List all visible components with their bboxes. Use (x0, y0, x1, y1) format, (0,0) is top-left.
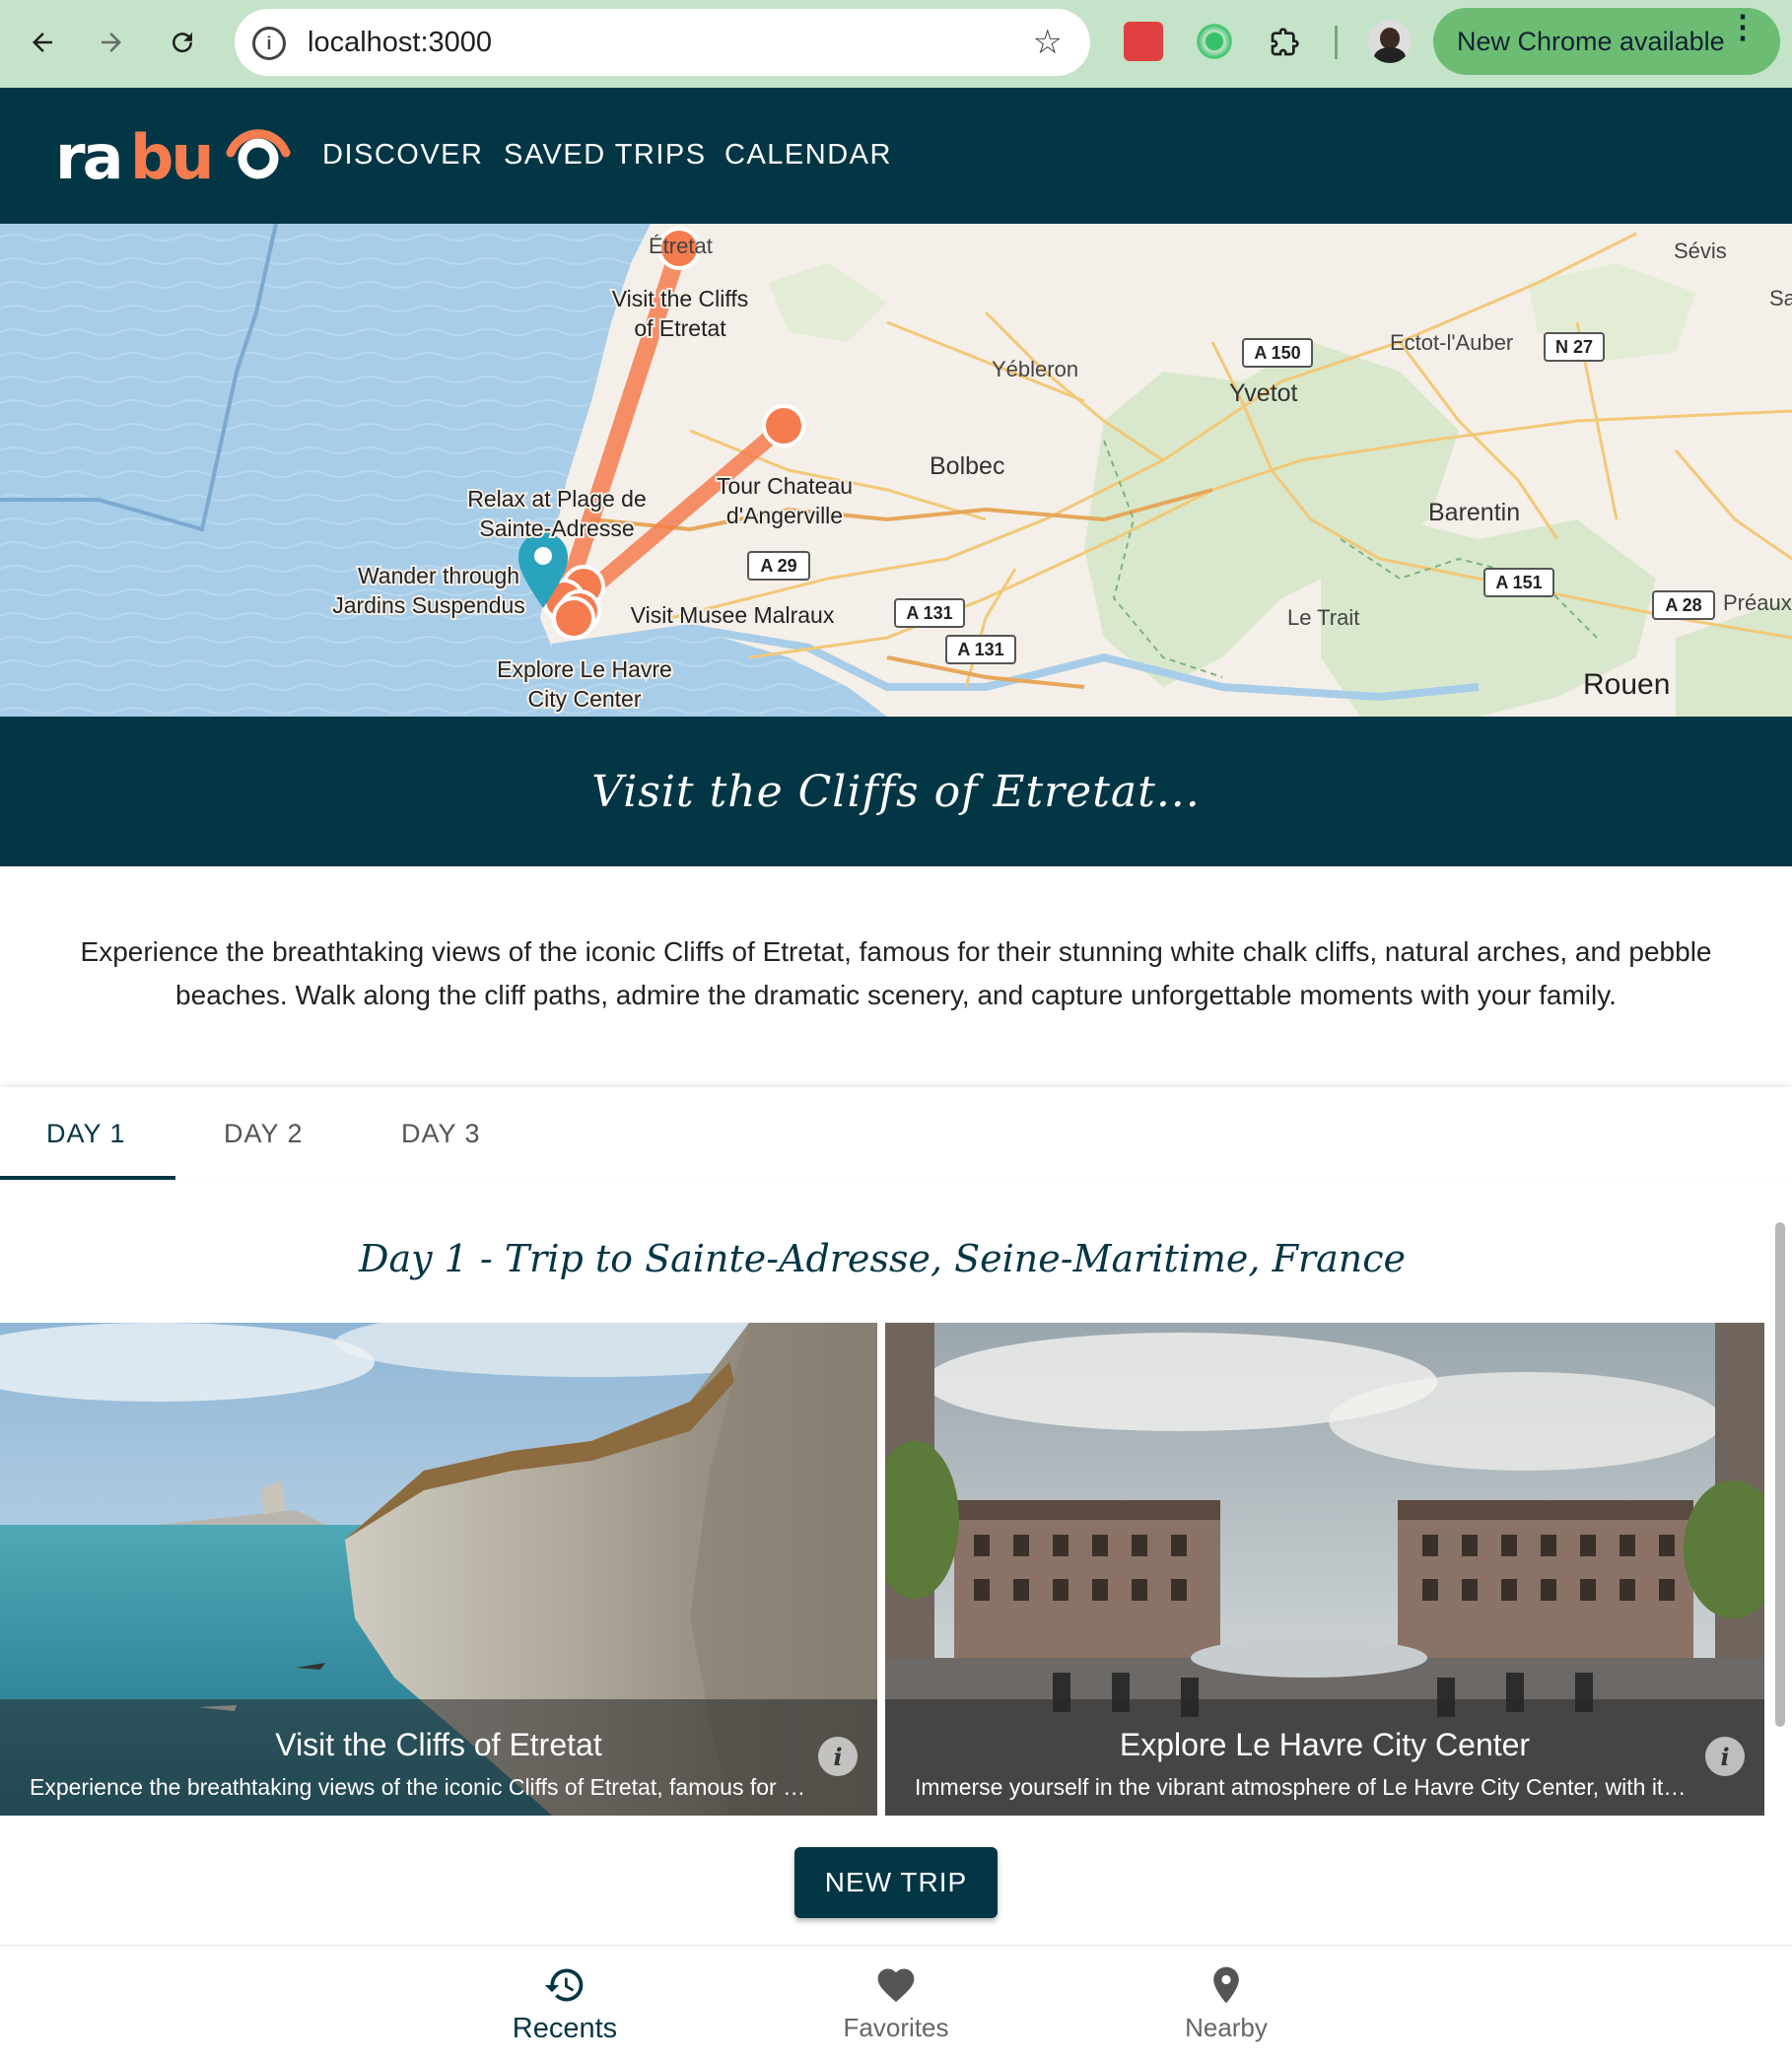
map-place-preaux: Préaux (1723, 590, 1792, 615)
map-label-cliffs-2: of Etretat (634, 315, 726, 341)
route-stop-havre[interactable] (552, 596, 595, 640)
tab-day-2[interactable]: DAY 2 (224, 1119, 304, 1149)
active-tab-indicator (0, 1176, 175, 1180)
new-chrome-available-button[interactable]: New Chrome available ⋮ (1433, 8, 1780, 75)
trip-map[interactable]: Visit the Cliffs of Etretat Tour Chateau… (0, 224, 1792, 717)
map-place-sa: Sa (1769, 286, 1792, 310)
road-shield-a29: A 29 (760, 556, 796, 576)
back-arrow-icon[interactable] (20, 20, 65, 65)
map-label-plage: Relax at Plage de (467, 486, 647, 512)
activity-card-le-havre[interactable]: Explore Le Havre City Center Immerse you… (885, 1323, 1764, 1816)
extension-react-icon[interactable] (1124, 22, 1163, 61)
bottom-nav-favorites[interactable]: Favorites (797, 1963, 995, 2043)
nav-discover[interactable]: DISCOVER (322, 139, 483, 172)
site-info-icon[interactable]: i (252, 27, 286, 60)
day-tabs: DAY 1 DAY 2 DAY 3 (0, 1087, 1792, 1182)
map-label-cliffs: Visit the Cliffs (612, 286, 748, 311)
history-icon (544, 1968, 584, 2002)
map-label-havre-2: City Center (527, 686, 641, 712)
map-label-jardins-2: Jardins Suspendus (332, 592, 525, 618)
activity-hero-banner: Visit the Cliffs of Etretat... (0, 717, 1792, 866)
svg-text:ra: ra (55, 123, 120, 186)
location-pin-icon (1213, 1966, 1239, 2004)
card-title: Visit the Cliffs of Etretat (275, 1727, 602, 1762)
rabu-logo[interactable]: ra bu (55, 123, 292, 186)
map-place-letrait: Le Trait (1287, 605, 1359, 630)
svg-text:bu: bu (130, 123, 212, 186)
map-place-ectot: Ectot-l'Auber (1390, 330, 1513, 355)
map-label-plage-2: Sainte-Adresse (479, 515, 634, 541)
map-label-musee: Visit Musee Malraux (631, 602, 835, 628)
road-shield-a131-2: A 131 (957, 640, 1003, 659)
road-shield-a131: A 131 (906, 603, 952, 623)
bottom-nav-nearby[interactable]: Nearby (1128, 1963, 1325, 2043)
map-place-bolbec: Bolbec (930, 452, 1004, 480)
map-place-rouen: Rouen (1583, 668, 1670, 701)
address-bar[interactable]: i localhost:3000 ☆ (235, 9, 1090, 76)
card-subtitle: Immerse yourself in the vibrant atmosphe… (915, 1774, 1693, 1800)
profile-avatar[interactable] (1368, 20, 1412, 63)
app-header: ra bu DISCOVER SAVED TRIPS CALENDAR (0, 88, 1792, 224)
nav-calendar[interactable]: CALENDAR (724, 139, 892, 172)
map-label-jardins: Wander through (358, 563, 519, 588)
bookmark-star-icon[interactable]: ☆ (1033, 23, 1063, 62)
road-shield-a151: A 151 (1495, 573, 1542, 592)
bottom-navigation: Recents Favorites Nearby (0, 1945, 1792, 2060)
road-shield-a28: A 28 (1665, 595, 1701, 615)
day-title: Day 1 - Trip to Sainte-Adresse, Seine-Ma… (358, 1237, 1406, 1280)
card-caption: Visit the Cliffs of Etretat Experience t… (0, 1699, 877, 1816)
map-place-yebleron: Yébleron (992, 357, 1078, 381)
bottom-nav-label: Nearby (1185, 2013, 1268, 2042)
extensions-puzzle-icon[interactable] (1262, 20, 1307, 65)
bottom-nav-recents[interactable]: Recents (466, 1963, 663, 2045)
activity-description: Experience the breathtaking views of the… (80, 936, 1712, 1010)
card-title: Explore Le Havre City Center (1119, 1727, 1531, 1762)
tab-day-1[interactable]: DAY 1 (46, 1119, 126, 1149)
url-text[interactable]: localhost:3000 (308, 27, 492, 59)
activity-hero-title: Visit the Cliffs of Etretat... (591, 766, 1201, 817)
kebab-menu-icon[interactable]: ⋮ (1727, 11, 1758, 42)
map-place-barentin: Barentin (1428, 499, 1520, 526)
activity-card-cliffs[interactable]: Visit the Cliffs of Etretat Experience t… (0, 1323, 877, 1816)
map-label-chateau: Tour Chateau (717, 473, 853, 499)
browser-toolbar: i localhost:3000 ☆ New Chrome available … (0, 0, 1792, 88)
new-trip-button[interactable]: NEW TRIP (794, 1847, 998, 1918)
bottom-nav-label: Favorites (843, 2013, 949, 2042)
map-place-etretat: Étretat (649, 234, 713, 258)
new-chrome-label: New Chrome available (1457, 26, 1725, 56)
reload-icon[interactable] (160, 20, 205, 65)
road-shield-a150: A 150 (1254, 343, 1300, 363)
road-shield-n27: N 27 (1555, 337, 1593, 357)
nav-saved-trips[interactable]: SAVED TRIPS (504, 139, 707, 172)
card-subtitle: Experience the breathtaking views of the… (30, 1774, 808, 1800)
toolbar-divider (1335, 26, 1338, 59)
forward-arrow-icon[interactable] (89, 20, 134, 65)
tab-day-3[interactable]: DAY 3 (401, 1119, 481, 1149)
map-label-chateau-2: d'Angerville (726, 503, 843, 528)
map-place-sevis: Sévis (1674, 239, 1727, 263)
heart-icon (877, 1968, 915, 2003)
route-stop-chateau[interactable] (762, 404, 805, 447)
map-label-havre: Explore Le Havre (497, 656, 672, 682)
card-caption: Explore Le Havre City Center Immerse you… (885, 1699, 1764, 1816)
info-icon[interactable]: i (1705, 1737, 1745, 1776)
scrollbar-thumb[interactable] (1775, 1222, 1785, 1727)
extension-target-icon[interactable] (1195, 22, 1234, 61)
cards-scrollbar[interactable] (1771, 1218, 1789, 1731)
info-icon[interactable]: i (818, 1737, 858, 1776)
bottom-nav-label: Recents (512, 2013, 618, 2044)
map-place-yvetot: Yvetot (1229, 379, 1298, 407)
